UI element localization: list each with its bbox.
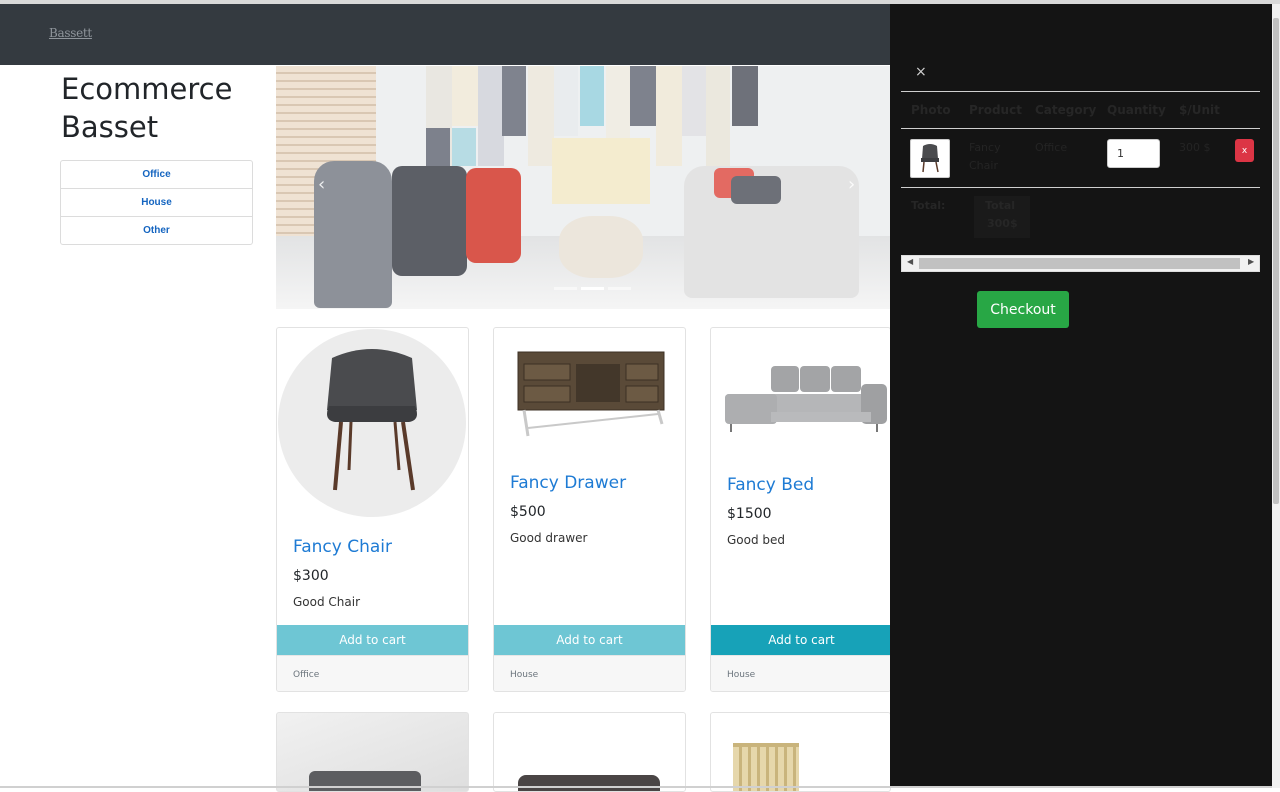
product-card-footer: House [494,655,685,691]
quantity-input[interactable]: 1 [1107,139,1160,168]
horizontal-scrollbar[interactable]: ◀ ▶ [901,255,1260,272]
category-list: Office House Other [60,160,253,245]
scrollbar-thumb[interactable] [919,258,1240,269]
product-price: $500 [510,504,546,520]
checkout-button[interactable]: Checkout [977,291,1069,328]
product-title[interactable]: Fancy Drawer [510,473,626,493]
close-icon[interactable]: × [915,64,927,80]
page-title-line1: Ecommerce [61,72,233,106]
cart-item-product-line2: Chair [969,159,998,172]
cart-header-category: Category [1035,103,1097,117]
carousel-next-icon[interactable]: › [848,174,855,195]
carousel-indicator-active[interactable] [581,287,604,290]
page-title: Ecommerce Basset [61,70,232,146]
brand-logo[interactable]: Bassett [49,26,92,40]
product-category: House [510,670,539,680]
scrollbar-thumb[interactable] [1273,18,1279,504]
carousel-prev-icon[interactable]: ‹ [318,174,325,195]
cart-header-photo: Photo [911,103,951,117]
product-image-sofa[interactable] [309,771,421,791]
total-value-line1: Total [985,199,1016,212]
product-card [493,712,686,792]
product-title[interactable]: Fancy Chair [293,537,392,557]
product-image-bed[interactable] [733,743,799,791]
product-image-chair[interactable] [277,328,468,519]
add-to-cart-button[interactable]: Add to cart [711,625,890,655]
divider [901,128,1260,129]
product-title[interactable]: Fancy Bed [727,475,814,495]
divider [901,91,1260,92]
product-price: $300 [293,568,329,584]
add-to-cart-button[interactable]: Add to cart [494,625,685,655]
product-price: $1500 [727,506,772,522]
page-title-line2: Basset [61,110,159,144]
total-label: Total: [911,199,946,212]
total-value-line2: 300$ [987,217,1018,230]
product-card-footer: Office [277,655,468,691]
category-item-house[interactable]: House [60,188,253,217]
hero-carousel: ‹ › [276,66,890,309]
product-card: Fancy Drawer $500 Good drawer Add to car… [493,327,686,692]
product-card [710,712,891,792]
product-card-footer: House [711,655,890,691]
cart-item-thumbnail [910,139,950,178]
cart-header-product: Product [969,103,1022,117]
cart-item-category: Office [1035,141,1068,154]
product-category: Office [293,670,320,680]
carousel-indicator[interactable] [608,287,631,290]
scroll-right-icon[interactable]: ▶ [1248,257,1254,266]
product-image-sofa[interactable] [518,775,660,791]
category-item-other[interactable]: Other [60,216,253,245]
cart-header-quantity: Quantity [1107,103,1166,117]
scroll-left-icon[interactable]: ◀ [907,257,913,266]
remove-item-button[interactable]: x [1235,139,1254,162]
product-description: Good bed [727,533,786,547]
carousel-indicators [554,287,631,290]
product-category: House [727,670,756,680]
category-item-office[interactable]: Office [60,160,253,189]
product-description: Good Chair [293,595,361,609]
add-to-cart-button[interactable]: Add to cart [277,625,468,655]
product-card: Fancy Bed $1500 Good bed Add to cart Hou… [710,327,891,692]
divider [901,187,1260,188]
vertical-scrollbar[interactable] [1272,4,1280,788]
cart-panel [890,4,1272,788]
cart-item-product-line1: Fancy [969,141,1001,154]
product-card [276,712,469,792]
navbar: Bassett [0,4,890,65]
product-card: Fancy Chair $300 Good Chair Add to cart … [276,327,469,692]
cart-item-unit-price: 300 $ [1179,141,1211,154]
cart-header-unit-price: $/Unit [1179,103,1220,117]
carousel-indicator[interactable] [554,287,577,290]
product-description: Good drawer [510,531,588,545]
